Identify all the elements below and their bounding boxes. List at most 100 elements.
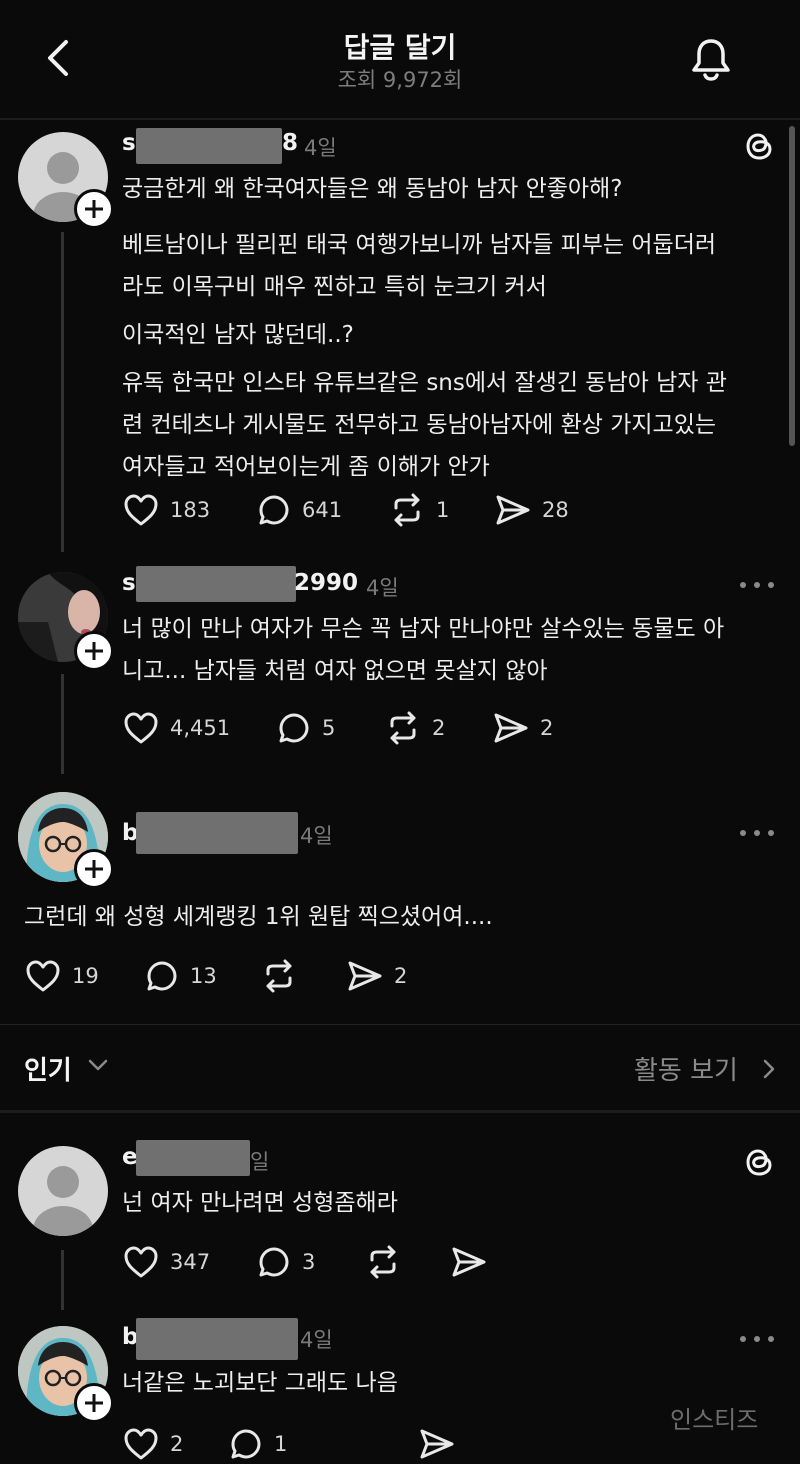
reply-button[interactable]: 3 (256, 1242, 315, 1282)
bell-icon (692, 39, 730, 81)
heart-icon (124, 494, 158, 526)
share-count: 28 (542, 498, 569, 522)
reply-button[interactable]: 13 (144, 956, 217, 996)
threads-logo-icon[interactable] (742, 1144, 776, 1180)
share-icon (348, 961, 382, 991)
post-time: 4일 (304, 136, 337, 160)
follow-plus-icon[interactable] (74, 189, 114, 229)
avatar[interactable] (18, 1146, 108, 1236)
redacted-username (136, 128, 282, 164)
like-count: 4,451 (170, 716, 231, 740)
repost-count: 2 (432, 716, 446, 740)
notifications-button[interactable] (688, 36, 734, 82)
chevron-right-icon[interactable] (762, 1058, 776, 1080)
heart-icon (124, 1428, 158, 1460)
view-activity-link[interactable]: 활동 보기 (634, 1050, 738, 1087)
thread-line (61, 674, 64, 774)
reply-count: 1 (274, 1432, 288, 1456)
share-button[interactable]: 28 (494, 490, 569, 530)
reply-button[interactable]: 5 (276, 708, 335, 748)
post-body: 넌 여자 만나려면 성형좀해라 (122, 1182, 398, 1224)
reply-button[interactable]: 641 (256, 490, 342, 530)
sort-dropdown[interactable]: 인기 (24, 1050, 72, 1087)
comment-icon (259, 495, 289, 525)
post-line: 궁금한게 왜 한국여자들은 왜 동남아 남자 안좋아해? (122, 176, 623, 202)
heart-icon (124, 712, 158, 744)
username-suffix[interactable]: 8 (282, 130, 298, 156)
post-body: 그런데 왜 성형 세계랭킹 1위 원탑 찍으셨어여.... (24, 896, 493, 938)
reply-count: 5 (322, 716, 336, 740)
username[interactable]: s (122, 570, 136, 596)
share-button[interactable] (450, 1242, 488, 1282)
post-body: 너같은 노괴보단 그래도 나음 (122, 1362, 398, 1404)
share-button[interactable]: 2 (492, 708, 553, 748)
more-icon[interactable] (740, 1334, 774, 1344)
repost-button[interactable] (260, 956, 298, 996)
share-icon (452, 1247, 486, 1277)
chevron-down-icon[interactable] (88, 1058, 108, 1072)
share-icon (496, 495, 530, 525)
post-line: 그런데 왜 성형 세계랭킹 1위 원탑 찍으셨어여.... (24, 904, 493, 930)
redacted-username (136, 1140, 250, 1176)
post-time: 4일 (366, 576, 399, 600)
share-button[interactable] (418, 1424, 456, 1464)
reply-button[interactable]: 1 (228, 1424, 287, 1464)
heart-icon (26, 960, 60, 992)
repost-icon (394, 493, 420, 527)
thread-line (61, 1250, 64, 1310)
repost-button[interactable]: 1 (388, 490, 449, 530)
like-button[interactable]: 183 (122, 490, 210, 530)
more-icon[interactable] (740, 580, 774, 590)
like-button[interactable]: 347 (122, 1242, 210, 1282)
share-icon (420, 1429, 454, 1459)
repost-count: 1 (436, 498, 450, 522)
like-button[interactable]: 19 (24, 956, 99, 996)
threads-logo-icon[interactable] (742, 128, 776, 164)
comment-icon (231, 1429, 261, 1459)
comment-icon (279, 713, 309, 743)
redacted-username (136, 812, 298, 854)
default-avatar-icon (33, 1166, 93, 1236)
repost-button[interactable]: 2 (384, 708, 445, 748)
post-time: 4일 (300, 824, 333, 848)
divider (0, 1110, 800, 1113)
post-line: 베트남이나 필리핀 태국 여행가보니까 남자들 피부는 어둡더러 (122, 232, 717, 258)
watermark: 인스티즈 (670, 1406, 759, 1434)
username-suffix[interactable]: 2990 (294, 570, 358, 596)
comment-icon (147, 961, 177, 991)
redacted-username (136, 1318, 298, 1360)
more-icon[interactable] (740, 828, 774, 838)
post-line: 너같은 노괴보단 그래도 나음 (122, 1370, 398, 1396)
like-count: 2 (170, 1432, 184, 1456)
repost-icon (390, 711, 416, 745)
post-body: 궁금한게 왜 한국여자들은 왜 동남아 남자 안좋아해? 베트남이나 필리핀 태… (122, 168, 727, 488)
repost-button[interactable] (364, 1242, 402, 1282)
post-line: 이국적인 남자 많던데..? (122, 322, 354, 348)
follow-plus-icon[interactable] (74, 1383, 114, 1423)
like-count: 347 (170, 1250, 211, 1274)
post-line: 유독 한국만 인스타 유튜브같은 sns에서 잘생긴 동남아 남자 관 (122, 370, 727, 396)
redacted-username (136, 566, 296, 602)
follow-plus-icon[interactable] (74, 849, 114, 889)
post-line: 라도 이목구비 매우 찐하고 특히 눈크기 커서 (122, 274, 547, 300)
like-count: 19 (72, 964, 99, 988)
post-line: 넌 여자 만나려면 성형좀해라 (122, 1190, 398, 1216)
username[interactable]: s (122, 130, 136, 156)
reply-count: 641 (302, 498, 343, 522)
like-count: 183 (170, 498, 211, 522)
share-count: 2 (540, 716, 554, 740)
share-button[interactable]: 2 (346, 956, 407, 996)
post-time: 4일 (300, 1328, 333, 1352)
follow-plus-icon[interactable] (74, 631, 114, 671)
post-line: 니고... 남자들 처럼 여자 없으면 못살지 않아 (122, 658, 548, 684)
reply-count: 13 (190, 964, 217, 988)
repost-icon (370, 1245, 396, 1279)
like-button[interactable]: 4,451 (122, 708, 230, 748)
post-line: 너 많이 만나 여자가 무슨 꼭 남자 만나야만 살수있는 동물도 아 (122, 616, 725, 642)
like-button[interactable]: 2 (122, 1424, 183, 1464)
share-count: 2 (394, 964, 408, 988)
scrollbar[interactable] (789, 126, 795, 446)
divider (0, 1024, 800, 1025)
post-body: 너 많이 만나 여자가 무슨 꼭 남자 만나야만 살수있는 동물도 아 니고..… (122, 608, 724, 692)
reply-count: 3 (302, 1250, 316, 1274)
